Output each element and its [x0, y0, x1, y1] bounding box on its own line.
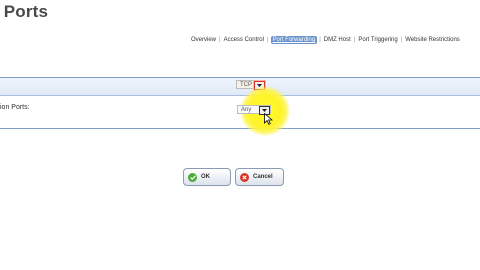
- chevron-down-icon[interactable]: [254, 81, 265, 90]
- tab-dmz-host[interactable]: DMZ Host: [323, 36, 352, 44]
- tab-bar: Overview | Access Control | Port Forward…: [190, 36, 480, 44]
- checkmark-icon: [188, 172, 197, 182]
- page-title: r Ports: [0, 2, 49, 21]
- tab-website-restrictions[interactable]: Website Restrictions: [404, 36, 461, 44]
- tab-separator: |: [266, 37, 269, 43]
- tab-port-triggering[interactable]: Port Triggering: [357, 36, 398, 44]
- ok-button-label: OK: [201, 174, 210, 180]
- cancel-icon: [240, 172, 249, 182]
- ports-value: Any: [241, 107, 252, 113]
- ports-label: ion Ports:: [0, 104, 30, 111]
- ports-select[interactable]: Any: [237, 105, 271, 115]
- ok-button[interactable]: OK: [183, 168, 231, 186]
- cancel-button-label: Cancel: [253, 174, 273, 180]
- protocol-value: TCP: [240, 82, 252, 88]
- cancel-button[interactable]: Cancel: [235, 168, 284, 186]
- tab-access-control[interactable]: Access Control: [223, 36, 265, 44]
- protocol-select[interactable]: TCP: [236, 80, 266, 90]
- chevron-down-icon[interactable]: [259, 106, 270, 115]
- tab-overview[interactable]: Overview: [190, 36, 217, 44]
- tab-port-forwarding[interactable]: Port Forwarding: [270, 36, 318, 44]
